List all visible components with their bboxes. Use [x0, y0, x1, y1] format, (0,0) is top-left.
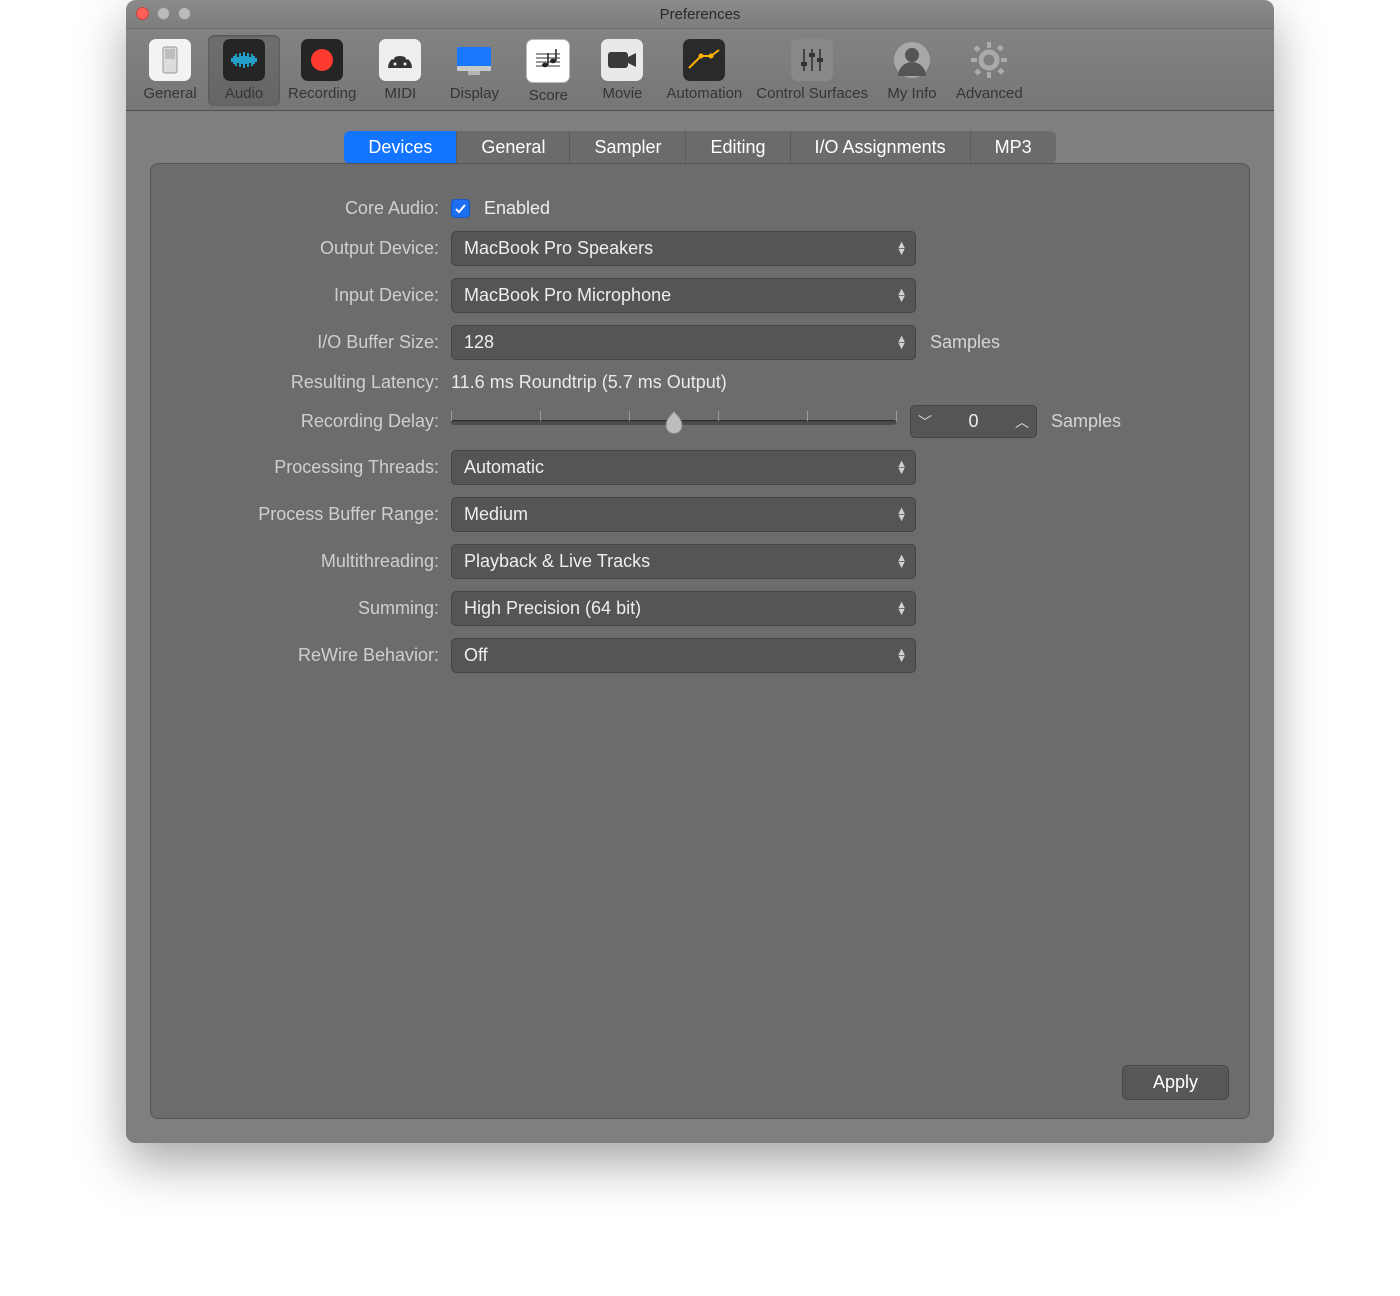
toolbar-label: My Info [887, 85, 936, 102]
toolbar-label: MIDI [385, 85, 417, 102]
popup-value: Playback & Live Tracks [464, 551, 650, 572]
tab-general[interactable]: General [457, 131, 570, 164]
tab-sampler[interactable]: Sampler [570, 131, 686, 164]
chevrons-updown-icon: ▲▼ [896, 602, 907, 616]
toolbar-item-control-surfaces[interactable]: Control Surfaces [750, 35, 874, 106]
popup-value: MacBook Pro Speakers [464, 238, 653, 259]
toolbar-item-audio[interactable]: Audio [208, 35, 280, 106]
toolbar-item-advanced[interactable]: Advanced [950, 35, 1029, 106]
toolbar-item-automation[interactable]: Automation [660, 35, 748, 106]
toolbar-item-my-info[interactable]: My Info [876, 35, 948, 106]
traffic-lights [136, 7, 191, 20]
output-device-popup[interactable]: MacBook Pro Speakers ▲▼ [451, 231, 916, 266]
io-buffer-size-popup[interactable]: 128 ▲▼ [451, 325, 916, 360]
toolbar-item-movie[interactable]: Movie [586, 35, 658, 106]
waveform-icon [223, 39, 265, 81]
zoom-window-button[interactable] [178, 7, 191, 20]
popup-value: Off [464, 645, 488, 666]
toolbar-label: Control Surfaces [756, 85, 868, 102]
multithreading-popup[interactable]: Playback & Live Tracks ▲▼ [451, 544, 916, 579]
tab-io-assignments[interactable]: I/O Assignments [791, 131, 971, 164]
toolbar-item-display[interactable]: Display [438, 35, 510, 106]
toolbar-label: Movie [602, 85, 642, 102]
recording-delay-slider[interactable] [451, 407, 896, 437]
popup-value: High Precision (64 bit) [464, 598, 641, 619]
stepper-increment[interactable]: ︿ [1008, 412, 1036, 432]
label-processing-threads: Processing Threads: [181, 457, 451, 478]
label-core-audio: Core Audio: [181, 198, 451, 219]
core-audio-checkbox-label: Enabled [484, 198, 550, 219]
close-window-button[interactable] [136, 7, 149, 20]
audio-subtabs: Devices General Sampler Editing I/O Assi… [150, 131, 1250, 164]
person-icon [891, 39, 933, 81]
chevrons-updown-icon: ▲▼ [896, 289, 907, 303]
score-icon [526, 39, 570, 83]
label-output-device: Output Device: [181, 238, 451, 259]
apply-button[interactable]: Apply [1122, 1065, 1229, 1100]
toolbar-item-recording[interactable]: Recording [282, 35, 362, 106]
toolbar-label: Advanced [956, 85, 1023, 102]
devices-panel: Core Audio: Enabled Output Device: MacBo… [150, 163, 1250, 1119]
processing-threads-popup[interactable]: Automatic ▲▼ [451, 450, 916, 485]
titlebar: Preferences [126, 0, 1274, 29]
record-icon [301, 39, 343, 81]
label-summing: Summing: [181, 598, 451, 619]
label-process-buffer-range: Process Buffer Range: [181, 504, 451, 525]
toolbar-label: Audio [225, 85, 263, 102]
popup-value: Automatic [464, 457, 544, 478]
content-area: Devices General Sampler Editing I/O Assi… [126, 111, 1274, 1143]
label-io-buffer-size: I/O Buffer Size: [181, 332, 451, 353]
midi-icon [379, 39, 421, 81]
window-title: Preferences [660, 6, 741, 23]
label-multithreading: Multithreading: [181, 551, 451, 572]
gear-icon [968, 39, 1010, 81]
label-resulting-latency: Resulting Latency: [181, 372, 451, 393]
label-input-device: Input Device: [181, 285, 451, 306]
toolbar-label: Score [529, 87, 568, 104]
rewire-behavior-popup[interactable]: Off ▲▼ [451, 638, 916, 673]
faders-icon [791, 39, 833, 81]
toolbar-label: Recording [288, 85, 356, 102]
chevrons-updown-icon: ▲▼ [896, 336, 907, 350]
chevrons-updown-icon: ▲▼ [896, 242, 907, 256]
minimize-window-button[interactable] [157, 7, 170, 20]
display-icon [453, 39, 495, 81]
camera-icon [601, 39, 643, 81]
summing-popup[interactable]: High Precision (64 bit) ▲▼ [451, 591, 916, 626]
popup-value: MacBook Pro Microphone [464, 285, 671, 306]
popup-value: 128 [464, 332, 494, 353]
io-buffer-size-suffix: Samples [930, 332, 1000, 353]
automation-icon [683, 39, 725, 81]
chevrons-updown-icon: ▲▼ [896, 649, 907, 663]
switch-icon [149, 39, 191, 81]
stepper-decrement[interactable]: ﹀ [911, 412, 939, 432]
toolbar-item-midi[interactable]: MIDI [364, 35, 436, 106]
popup-value: Medium [464, 504, 528, 525]
label-rewire-behavior: ReWire Behavior: [181, 645, 451, 666]
tab-mp3[interactable]: MP3 [971, 131, 1056, 164]
preferences-window: Preferences General [126, 0, 1274, 1143]
toolbar-label: General [143, 85, 196, 102]
process-buffer-range-popup[interactable]: Medium ▲▼ [451, 497, 916, 532]
tab-devices[interactable]: Devices [344, 131, 457, 164]
input-device-popup[interactable]: MacBook Pro Microphone ▲▼ [451, 278, 916, 313]
toolbar-item-score[interactable]: Score [512, 35, 584, 106]
recording-delay-stepper[interactable]: ﹀ 0 ︿ [910, 405, 1037, 438]
toolbar-item-general[interactable]: General [134, 35, 206, 106]
resulting-latency-value: 11.6 ms Roundtrip (5.7 ms Output) [451, 372, 727, 393]
preferences-toolbar: General Audio [126, 29, 1274, 111]
toolbar-label: Display [450, 85, 499, 102]
chevrons-updown-icon: ▲▼ [896, 508, 907, 522]
toolbar-label: Automation [666, 85, 742, 102]
chevrons-updown-icon: ▲▼ [896, 555, 907, 569]
tab-editing[interactable]: Editing [686, 131, 790, 164]
stepper-value: 0 [939, 411, 1008, 432]
recording-delay-suffix: Samples [1051, 411, 1121, 432]
label-recording-delay: Recording Delay: [181, 411, 451, 432]
core-audio-checkbox[interactable] [451, 199, 470, 218]
slider-thumb-icon[interactable] [663, 409, 685, 440]
chevrons-updown-icon: ▲▼ [896, 461, 907, 475]
